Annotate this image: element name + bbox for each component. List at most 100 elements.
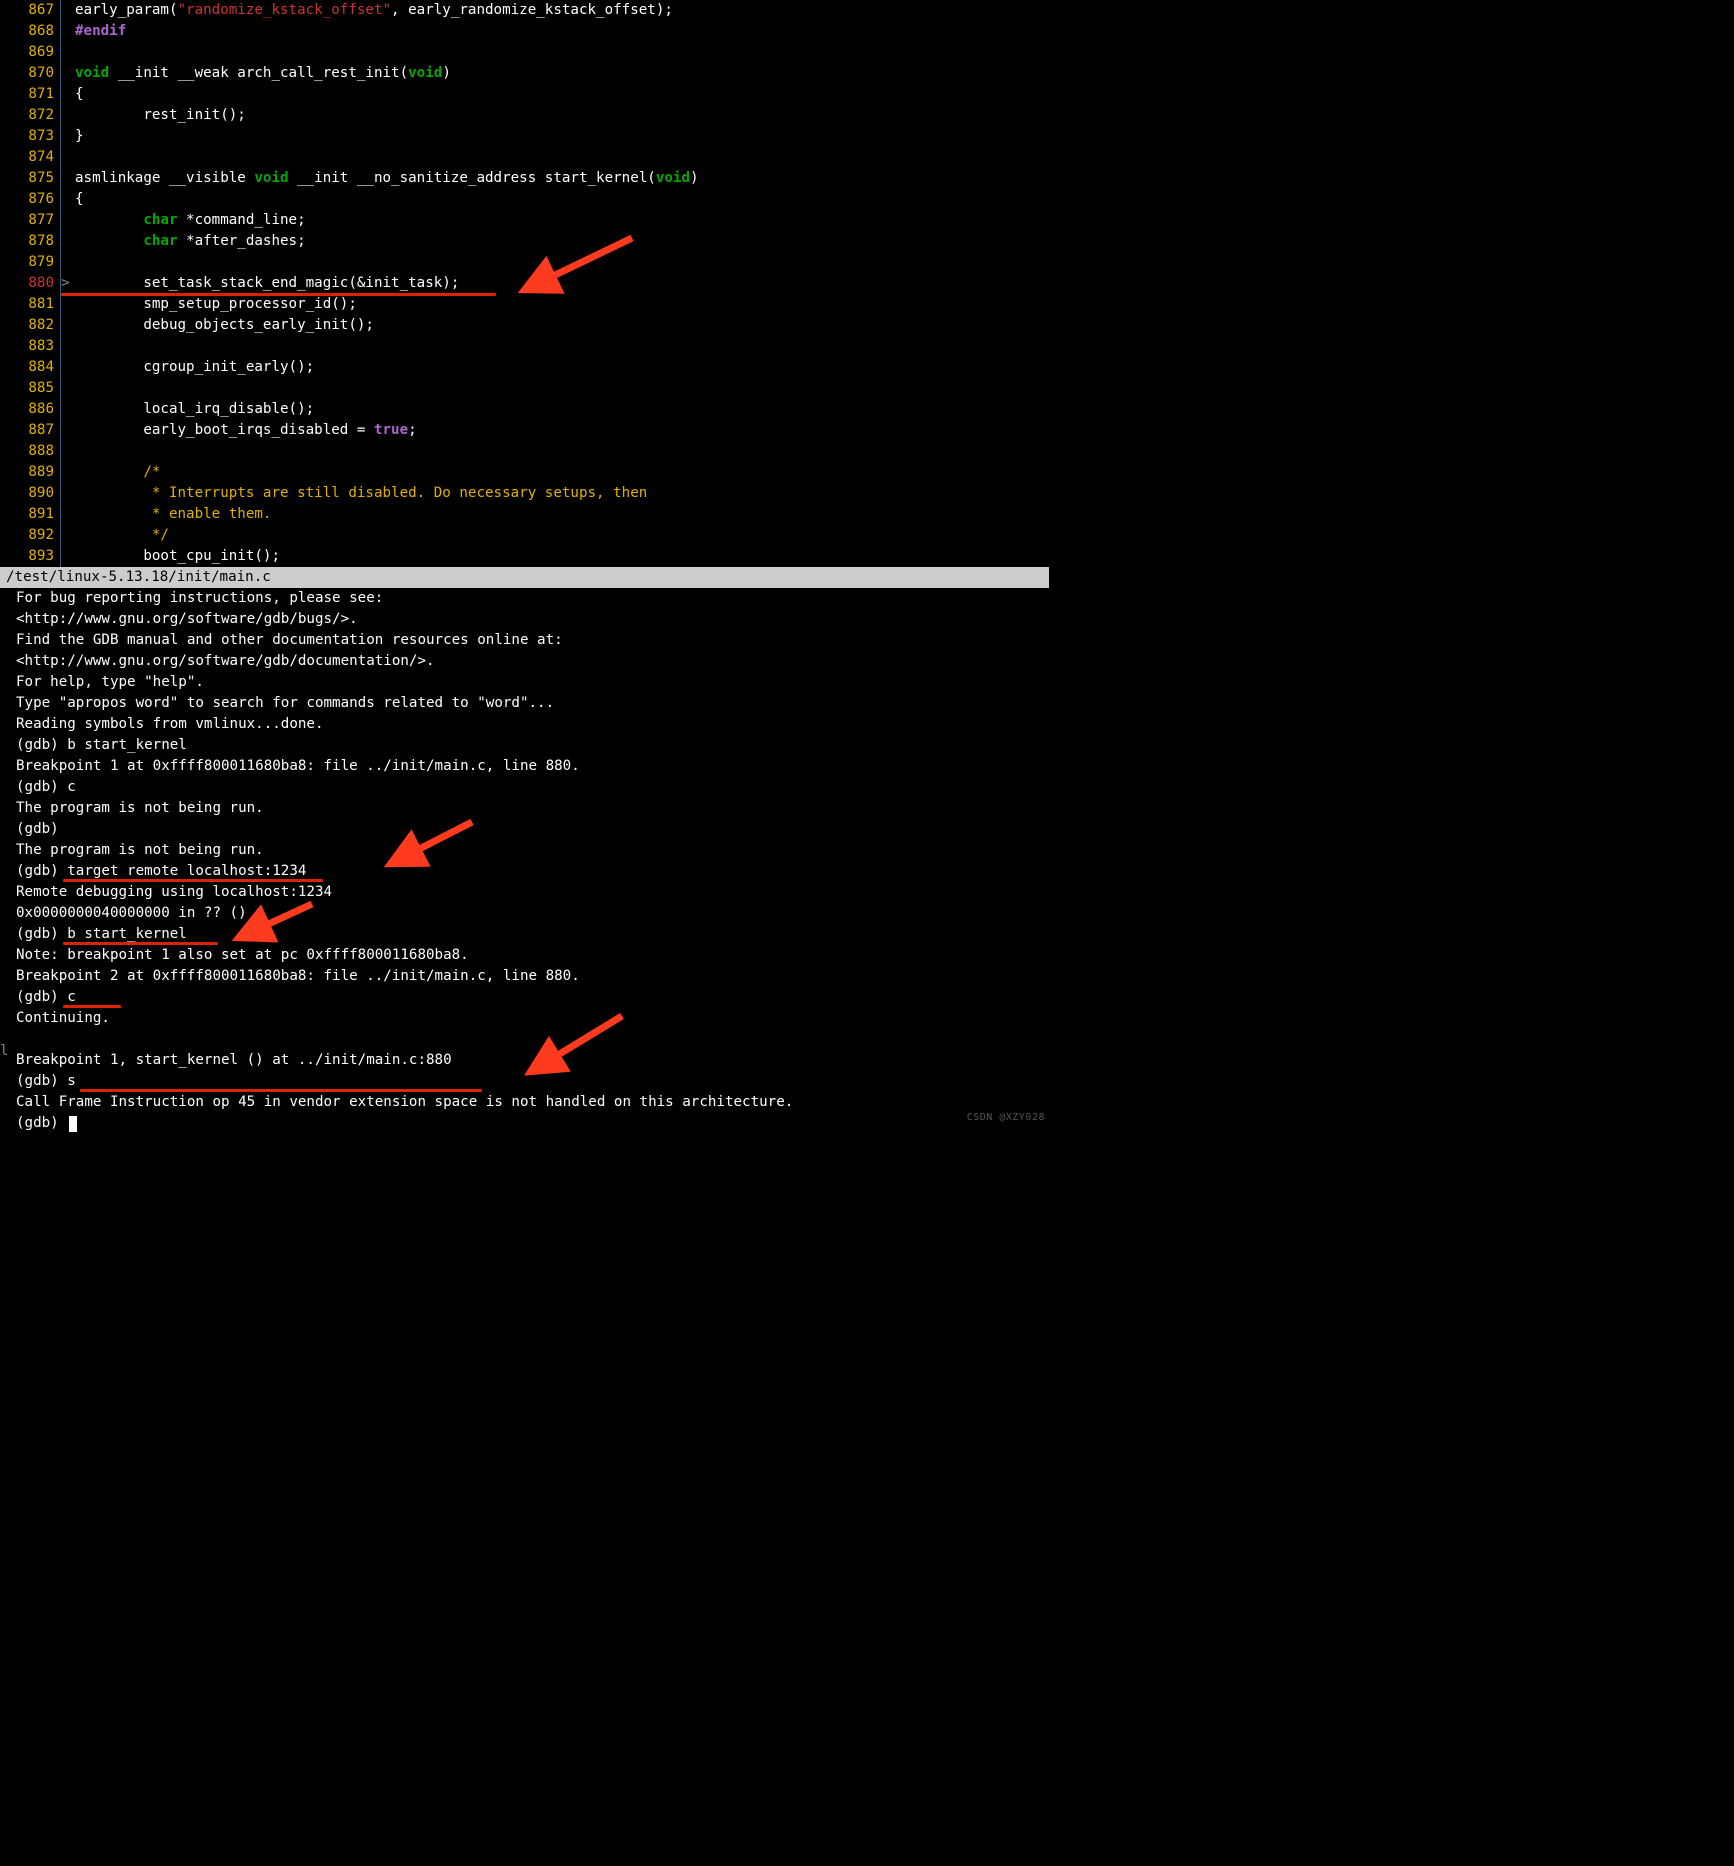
- terminal-line[interactable]: Find the GDB manual and other documentat…: [16, 630, 1049, 651]
- line-number: 889: [12, 462, 60, 483]
- line-number: 876: [12, 189, 60, 210]
- code-line[interactable]: 869: [0, 42, 1049, 63]
- code-text[interactable]: void __init __weak arch_call_rest_init(v…: [73, 63, 451, 84]
- terminal-line[interactable]: The program is not being run.: [16, 798, 1049, 819]
- code-text[interactable]: char *after_dashes;: [73, 231, 306, 252]
- code-line[interactable]: 892 */: [0, 525, 1049, 546]
- terminal-line[interactable]: [16, 1029, 1049, 1050]
- line-number: 887: [12, 420, 60, 441]
- code-text[interactable]: /*: [73, 462, 160, 483]
- code-line[interactable]: 890 * Interrupts are still disabled. Do …: [0, 483, 1049, 504]
- code-text[interactable]: cgroup_init_early();: [73, 357, 314, 378]
- code-text[interactable]: */: [73, 525, 169, 546]
- code-line[interactable]: 881 smp_setup_processor_id();: [0, 294, 1049, 315]
- code-line[interactable]: 878 char *after_dashes;: [0, 231, 1049, 252]
- code-text[interactable]: set_task_stack_end_magic(&init_task);: [73, 273, 459, 294]
- code-text[interactable]: rest_init();: [73, 105, 246, 126]
- gdb-terminal-pane[interactable]: For bug reporting instructions, please s…: [0, 588, 1049, 1134]
- highlight-underline: [63, 879, 323, 882]
- terminal-line[interactable]: Type "apropos word" to search for comman…: [16, 693, 1049, 714]
- code-text[interactable]: local_irq_disable();: [73, 399, 314, 420]
- line-number: 884: [12, 357, 60, 378]
- line-number: 893: [12, 546, 60, 567]
- terminal-cursor: [69, 1116, 77, 1132]
- terminal-line[interactable]: Continuing.: [16, 1008, 1049, 1029]
- highlight-underline: [61, 293, 496, 296]
- terminal-line[interactable]: <http://www.gnu.org/software/gdb/documen…: [16, 651, 1049, 672]
- code-text[interactable]: * Interrupts are still disabled. Do nece…: [73, 483, 647, 504]
- code-line[interactable]: 875 asmlinkage __visible void __init __no…: [0, 168, 1049, 189]
- code-line[interactable]: 888: [0, 441, 1049, 462]
- terminal-line[interactable]: Remote debugging using localhost:1234: [16, 882, 1049, 903]
- code-line[interactable]: 877 char *command_line;: [0, 210, 1049, 231]
- code-line[interactable]: 893 boot_cpu_init();: [0, 546, 1049, 567]
- code-text[interactable]: #endif: [73, 21, 126, 42]
- terminal-line[interactable]: For bug reporting instructions, please s…: [16, 588, 1049, 609]
- code-line[interactable]: 891 * enable them.: [0, 504, 1049, 525]
- terminal-line[interactable]: Call Frame Instruction op 45 in vendor e…: [16, 1092, 1049, 1113]
- terminal-line[interactable]: (gdb) c: [16, 987, 1049, 1008]
- code-line[interactable]: 886 local_irq_disable();: [0, 399, 1049, 420]
- code-line[interactable]: 882 debug_objects_early_init();: [0, 315, 1049, 336]
- line-number: 892: [12, 525, 60, 546]
- breakpoint-column[interactable]: >: [61, 273, 73, 294]
- code-text[interactable]: early_param("randomize_kstack_offset", e…: [73, 0, 673, 21]
- code-line[interactable]: 885: [0, 378, 1049, 399]
- code-line[interactable]: 879: [0, 252, 1049, 273]
- code-line[interactable]: 883: [0, 336, 1049, 357]
- file-path: /test/linux-5.13.18/init/main.c: [6, 567, 271, 588]
- terminal-line[interactable]: Breakpoint 1, start_kernel () at ../init…: [16, 1050, 1049, 1071]
- code-text[interactable]: early_boot_irqs_disabled = true;: [73, 420, 417, 441]
- line-number: 873: [12, 126, 60, 147]
- code-line[interactable]: 876 {: [0, 189, 1049, 210]
- line-number: 867: [12, 0, 60, 21]
- code-line[interactable]: 867 early_param("randomize_kstack_offset"…: [0, 0, 1049, 21]
- code-line[interactable]: 884 cgroup_init_early();: [0, 357, 1049, 378]
- line-number: 871: [12, 84, 60, 105]
- terminal-line[interactable]: Breakpoint 2 at 0xffff800011680ba8: file…: [16, 966, 1049, 987]
- line-number: 870: [12, 63, 60, 84]
- line-number: 879: [12, 252, 60, 273]
- code-text[interactable]: }: [73, 126, 84, 147]
- terminal-line[interactable]: (gdb): [16, 819, 1049, 840]
- terminal-line[interactable]: For help, type "help".: [16, 672, 1049, 693]
- terminal-line[interactable]: 0x0000000040000000 in ?? (): [16, 903, 1049, 924]
- code-text[interactable]: asmlinkage __visible void __init __no_sa…: [73, 168, 699, 189]
- line-number: 882: [12, 315, 60, 336]
- code-text[interactable]: smp_setup_processor_id();: [73, 294, 357, 315]
- terminal-line[interactable]: <http://www.gnu.org/software/gdb/bugs/>.: [16, 609, 1049, 630]
- code-text[interactable]: {: [73, 84, 84, 105]
- line-number: 869: [12, 42, 60, 63]
- highlight-underline: [63, 1005, 121, 1008]
- code-text[interactable]: {: [73, 189, 84, 210]
- code-line[interactable]: 868#endif: [0, 21, 1049, 42]
- left-gutter-char: l: [0, 1041, 8, 1062]
- code-text[interactable]: debug_objects_early_init();: [73, 315, 374, 336]
- code-line[interactable]: 874: [0, 147, 1049, 168]
- code-line[interactable]: 871 {: [0, 84, 1049, 105]
- terminal-line[interactable]: (gdb): [16, 1113, 1049, 1134]
- line-number: 872: [12, 105, 60, 126]
- terminal-line[interactable]: (gdb) b start_kernel: [16, 735, 1049, 756]
- terminal-line[interactable]: Reading symbols from vmlinux...done.: [16, 714, 1049, 735]
- code-line[interactable]: 887 early_boot_irqs_disabled = true;: [0, 420, 1049, 441]
- terminal-line[interactable]: Note: breakpoint 1 also set at pc 0xffff…: [16, 945, 1049, 966]
- code-line[interactable]: 873}: [0, 126, 1049, 147]
- line-number: 888: [12, 441, 60, 462]
- code-text[interactable]: boot_cpu_init();: [73, 546, 280, 567]
- line-number: 890: [12, 483, 60, 504]
- code-line[interactable]: 870 void __init __weak arch_call_rest_ini…: [0, 63, 1049, 84]
- terminal-line[interactable]: (gdb) c: [16, 777, 1049, 798]
- code-text[interactable]: char *command_line;: [73, 210, 306, 231]
- code-line[interactable]: 880> set_task_stack_end_magic(&init_task…: [0, 273, 1049, 294]
- highlight-underline: [80, 1089, 482, 1092]
- line-number: 880: [12, 273, 60, 294]
- line-number: 881: [12, 294, 60, 315]
- code-line[interactable]: 889 /*: [0, 462, 1049, 483]
- code-line[interactable]: 872 rest_init();: [0, 105, 1049, 126]
- code-text[interactable]: * enable them.: [73, 504, 271, 525]
- code-editor-pane[interactable]: 867 early_param("randomize_kstack_offset"…: [0, 0, 1049, 567]
- line-number: 875: [12, 168, 60, 189]
- terminal-line[interactable]: Breakpoint 1 at 0xffff800011680ba8: file…: [16, 756, 1049, 777]
- terminal-line[interactable]: The program is not being run.: [16, 840, 1049, 861]
